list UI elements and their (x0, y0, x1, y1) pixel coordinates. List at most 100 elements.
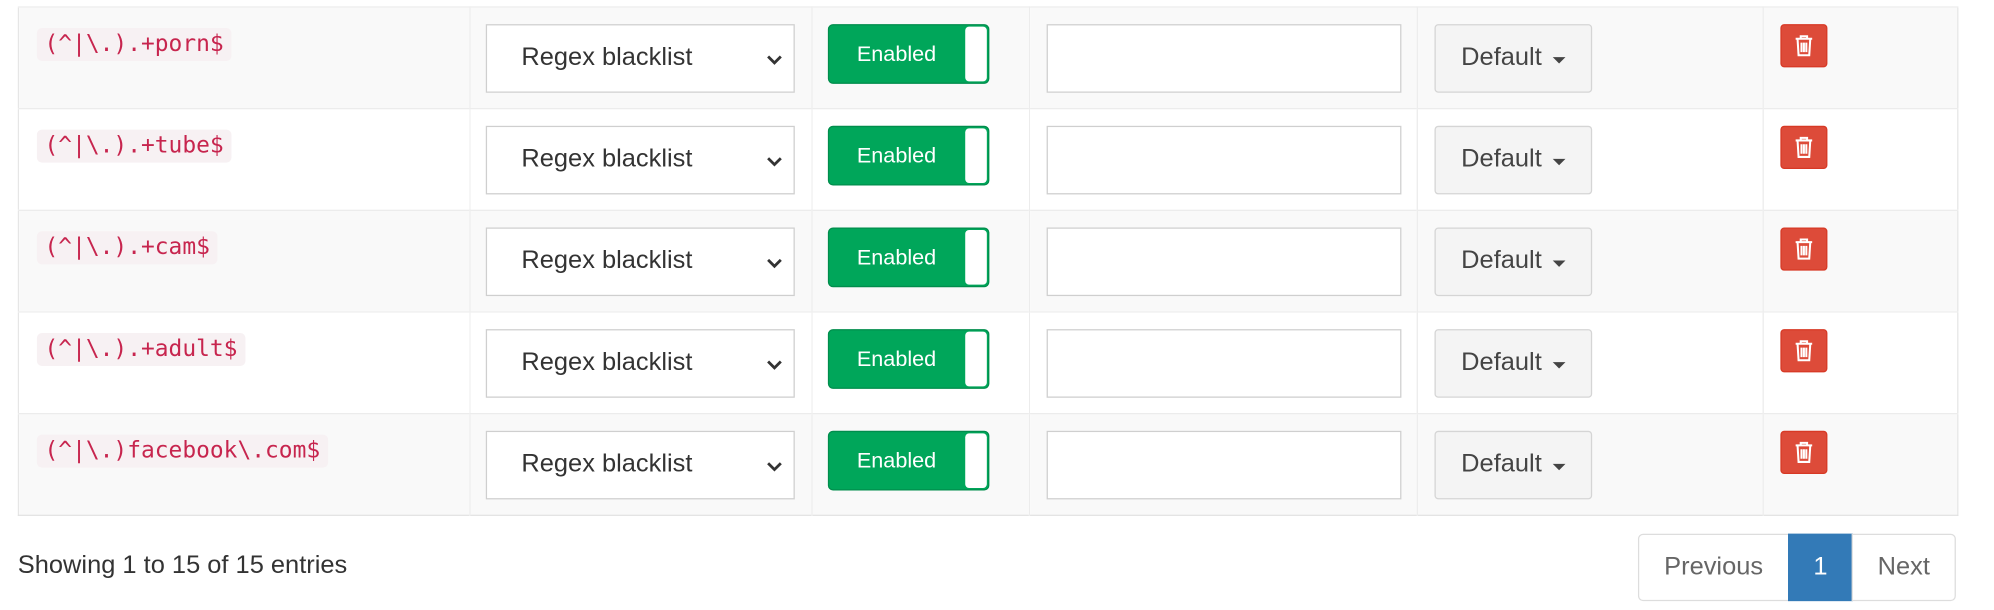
comment-input[interactable] (1046, 125, 1402, 195)
domain-cell: (^|\.).+cam$ (18, 209, 471, 312)
trash-icon (1795, 136, 1813, 158)
type-select[interactable]: Regex blacklist (485, 430, 795, 500)
caret-down-icon (1552, 260, 1566, 267)
action-cell (1763, 209, 1958, 312)
table-row: (^|\.).+tube$ Regex blacklist Enabled De… (18, 108, 1958, 211)
group-cell: Default (1417, 108, 1764, 211)
domain-cell: (^|\.).+porn$ (18, 6, 471, 109)
type-select[interactable]: Regex blacklist (485, 125, 795, 195)
group-dropdown-button[interactable]: Default (1434, 329, 1593, 398)
group-dropdown-button[interactable]: Default (1434, 125, 1593, 195)
status-cell: Enabled (811, 6, 1031, 109)
type-cell: Regex blacklist (469, 311, 813, 414)
pagination: Previous 1 Next (1637, 533, 1956, 602)
action-cell (1763, 413, 1958, 516)
enabled-toggle[interactable]: Enabled (827, 125, 990, 186)
group-label: Default (1461, 449, 1542, 478)
caret-down-icon (1552, 57, 1566, 64)
group-label: Default (1461, 246, 1542, 275)
delete-button[interactable] (1780, 430, 1828, 475)
toggle-handle (965, 128, 987, 183)
table-info: Showing 1 to 15 of 15 entries (17, 551, 348, 580)
table-row: (^|\.).+adult$ Regex blacklist Enabled D… (18, 311, 1958, 414)
group-cell: Default (1417, 413, 1764, 516)
chevron-down-icon (767, 462, 782, 472)
comment-input[interactable] (1046, 24, 1402, 93)
toggle-handle (965, 331, 987, 387)
type-select[interactable]: Regex blacklist (485, 227, 795, 297)
chevron-down-icon (767, 157, 782, 167)
comment-input[interactable] (1046, 329, 1402, 398)
domain-regex: (^|\.).+adult$ (36, 332, 246, 366)
delete-button[interactable] (1780, 227, 1828, 271)
delete-button[interactable] (1780, 24, 1828, 68)
caret-down-icon (1552, 158, 1566, 166)
domain-regex: (^|\.).+porn$ (36, 27, 232, 61)
enabled-toggle[interactable]: Enabled (827, 24, 990, 84)
trash-icon (1795, 35, 1813, 57)
status-cell: Enabled (811, 108, 1031, 211)
table-row: (^|\.).+cam$ Regex blacklist Enabled Def… (18, 209, 1958, 312)
status-cell: Enabled (811, 209, 1031, 312)
table-row: (^|\.)facebook\.com$ Regex blacklist Ena… (18, 413, 1958, 516)
comment-cell (1029, 413, 1418, 516)
domain-list-view: (^|\.).+porn$ Regex blacklist Enabled De… (0, 0, 1994, 610)
type-cell: Regex blacklist (469, 209, 813, 312)
action-cell (1763, 6, 1958, 109)
group-cell: Default (1417, 6, 1764, 109)
domain-regex: (^|\.).+tube$ (36, 129, 232, 163)
action-cell (1763, 311, 1958, 414)
chevron-down-icon (767, 55, 782, 65)
comment-cell (1029, 108, 1418, 211)
caret-down-icon (1552, 463, 1566, 471)
enabled-toggle[interactable]: Enabled (827, 227, 990, 288)
toggle-handle (965, 433, 987, 488)
type-select-value: Regex blacklist (521, 246, 693, 275)
type-select-value: Regex blacklist (521, 43, 693, 72)
toggle-label: Enabled (856, 245, 937, 270)
group-label: Default (1461, 348, 1542, 377)
type-select[interactable]: Regex blacklist (485, 24, 795, 93)
comment-cell (1029, 6, 1418, 109)
comment-cell (1029, 311, 1418, 414)
action-cell (1763, 108, 1958, 211)
type-select-value: Regex blacklist (521, 144, 693, 173)
domain-cell: (^|\.)facebook\.com$ (18, 413, 471, 516)
type-select[interactable]: Regex blacklist (485, 329, 795, 398)
group-dropdown-button[interactable]: Default (1434, 430, 1593, 500)
toggle-label: Enabled (856, 143, 937, 168)
delete-button[interactable] (1780, 329, 1828, 373)
delete-button[interactable] (1780, 125, 1828, 170)
next-page-button[interactable]: Next (1851, 533, 1956, 602)
page-1-button[interactable]: 1 (1788, 533, 1853, 602)
caret-down-icon (1552, 362, 1566, 369)
group-dropdown-button[interactable]: Default (1434, 24, 1593, 93)
type-cell: Regex blacklist (469, 413, 813, 516)
type-select-value: Regex blacklist (521, 449, 693, 478)
group-label: Default (1461, 43, 1542, 72)
domain-regex: (^|\.).+cam$ (36, 231, 218, 265)
group-cell: Default (1417, 311, 1764, 414)
toggle-label: Enabled (856, 346, 937, 372)
enabled-toggle[interactable]: Enabled (827, 430, 990, 491)
type-cell: Regex blacklist (469, 6, 813, 109)
trash-icon (1795, 340, 1813, 362)
group-dropdown-button[interactable]: Default (1434, 227, 1593, 297)
comment-cell (1029, 209, 1418, 312)
trash-icon (1795, 441, 1813, 463)
enabled-toggle[interactable]: Enabled (827, 329, 990, 389)
previous-page-button[interactable]: Previous (1637, 533, 1790, 602)
domain-table: (^|\.).+porn$ Regex blacklist Enabled De… (17, 6, 1959, 516)
trash-icon (1795, 238, 1813, 260)
chevron-down-icon (767, 258, 782, 269)
toggle-handle (965, 230, 987, 285)
comment-input[interactable] (1046, 430, 1402, 500)
toggle-label: Enabled (856, 41, 937, 67)
type-select-value: Regex blacklist (521, 348, 693, 377)
type-cell: Regex blacklist (469, 108, 813, 211)
toggle-label: Enabled (856, 448, 937, 473)
domain-cell: (^|\.).+adult$ (18, 311, 471, 414)
comment-input[interactable] (1046, 227, 1402, 297)
group-cell: Default (1417, 209, 1764, 312)
domain-regex: (^|\.)facebook\.com$ (36, 434, 328, 468)
